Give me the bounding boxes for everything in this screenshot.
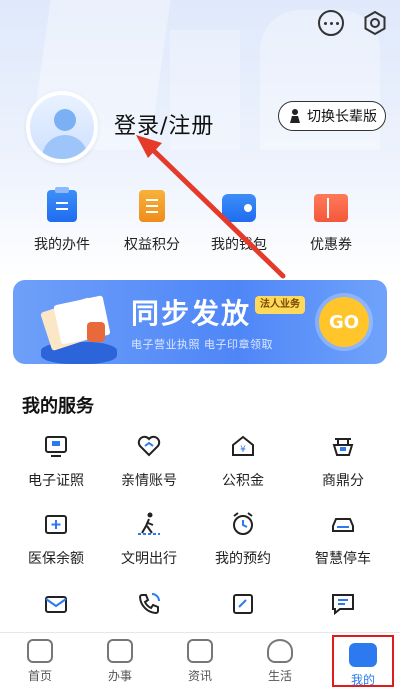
home-icon xyxy=(27,639,53,663)
quick-label: 权益积分 xyxy=(124,237,180,253)
ding-score-icon xyxy=(330,434,356,458)
housing-fund-icon: ¥ xyxy=(230,434,256,458)
login-register-link[interactable]: 登录/注册 xyxy=(114,108,214,140)
tab-label: 生活 xyxy=(267,669,292,683)
service-label: 医保余额 xyxy=(28,551,84,567)
quick-coupons[interactable]: 优惠券 xyxy=(286,190,376,254)
service-housing-fund[interactable]: ¥ 公积金 xyxy=(193,434,293,490)
heart-link-icon xyxy=(136,434,162,458)
service-label: 亲情账号 xyxy=(121,473,177,489)
elder-mode-label: 切换长辈版 xyxy=(307,109,377,125)
service-e-license[interactable]: 电子证照 xyxy=(6,434,106,490)
service-family-account[interactable]: 亲情账号 xyxy=(99,434,199,490)
tab-mine[interactable]: 我的 xyxy=(332,635,394,687)
service-phone[interactable] xyxy=(99,592,199,616)
tab-label: 首页 xyxy=(27,669,52,683)
medical-insurance-icon xyxy=(43,512,69,536)
tab-life[interactable]: 生活 xyxy=(240,633,320,687)
service-label: 我的预约 xyxy=(215,551,271,567)
wallet-icon xyxy=(222,194,256,222)
tab-label: 办事 xyxy=(107,669,132,683)
service-label: 商鼎分 xyxy=(322,473,364,489)
tab-services[interactable]: 办事 xyxy=(80,633,160,687)
documents-illustration xyxy=(35,295,117,364)
settings-icon[interactable] xyxy=(362,10,388,36)
quick-wallet[interactable]: 我的钱包 xyxy=(194,190,284,254)
coupon-icon xyxy=(314,194,348,222)
service-message[interactable] xyxy=(293,592,393,616)
banner-subtitle: 电子营业执照 电子印章领取 xyxy=(131,338,273,351)
quick-points[interactable]: 权益积分 xyxy=(107,190,197,254)
id-card-icon xyxy=(43,434,69,458)
service-civil-travel[interactable]: 文明出行 xyxy=(99,512,199,568)
elder-mode-button[interactable]: 切换长辈版 xyxy=(278,101,386,131)
phone-icon xyxy=(136,592,162,616)
service-label: 公积金 xyxy=(222,473,264,489)
banner-tag: 法人业务 xyxy=(255,296,305,314)
tab-news[interactable]: 资讯 xyxy=(160,633,240,687)
services-title: 我的服务 xyxy=(22,396,94,417)
walking-person-icon xyxy=(136,512,162,536)
quick-label: 我的办件 xyxy=(34,237,90,253)
news-icon xyxy=(187,639,213,663)
alarm-clock-icon xyxy=(230,512,256,536)
user-icon xyxy=(349,643,377,667)
bottom-tab-bar: 首页 办事 资讯 生活 我的 xyxy=(0,632,400,687)
avatar[interactable] xyxy=(26,91,98,163)
service-my-appointments[interactable]: 我的预约 xyxy=(193,512,293,568)
more-options-icon[interactable] xyxy=(318,10,344,36)
service-label: 文明出行 xyxy=(121,551,177,567)
quick-label: 优惠券 xyxy=(310,237,352,253)
points-book-icon xyxy=(139,190,165,222)
promo-banner[interactable]: 同步发放 法人业务 电子营业执照 电子印章领取 GO xyxy=(13,280,387,364)
heart-icon xyxy=(267,639,293,663)
mail-icon xyxy=(43,592,69,616)
service-label: 智慧停车 xyxy=(315,551,371,567)
message-icon xyxy=(330,592,356,616)
service-smart-parking[interactable]: 智慧停车 xyxy=(293,512,393,568)
service-mail[interactable] xyxy=(6,592,106,616)
car-icon xyxy=(330,512,356,536)
quick-actions: 我的办件 权益积分 我的钱包 优惠券 xyxy=(0,187,400,260)
service-ding-score[interactable]: 商鼎分 xyxy=(293,434,393,490)
document-list-icon xyxy=(47,187,77,222)
service-medical-balance[interactable]: 医保余额 xyxy=(6,512,106,568)
service-edit-document[interactable] xyxy=(193,592,293,616)
edit-document-icon xyxy=(230,592,256,616)
service-label: 电子证照 xyxy=(28,473,84,489)
svg-text:¥: ¥ xyxy=(240,445,246,455)
banner-title: 同步发放 xyxy=(131,297,252,330)
quick-my-tasks[interactable]: 我的办件 xyxy=(17,187,107,254)
tab-label: 资讯 xyxy=(187,669,212,683)
quick-label: 我的钱包 xyxy=(211,237,267,253)
clock-icon xyxy=(107,639,133,663)
tab-home[interactable]: 首页 xyxy=(0,633,80,687)
elder-person-icon xyxy=(290,109,300,123)
go-button[interactable]: GO xyxy=(319,297,369,347)
tab-label: 我的 xyxy=(350,673,375,687)
